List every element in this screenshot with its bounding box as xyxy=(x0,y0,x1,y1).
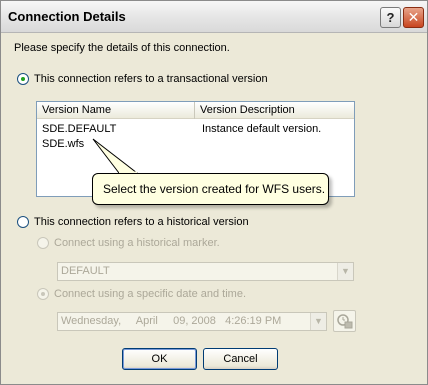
tooltip-text: Select the version created for WFS users… xyxy=(103,182,326,196)
title-bar[interactable]: Connection Details ? ✕ xyxy=(1,1,427,33)
dialog-body: Please specify the details of this conne… xyxy=(1,34,427,384)
transactional-radio[interactable] xyxy=(17,73,29,85)
historical-marker-dropdown[interactable]: DEFAULT ▼ xyxy=(57,262,354,281)
historical-marker-value: DEFAULT xyxy=(61,265,110,277)
calendar-icon xyxy=(337,314,353,329)
specific-date-radio[interactable] xyxy=(37,288,49,300)
ok-button[interactable]: OK xyxy=(122,348,197,370)
historical-marker-label: Connect using a historical marker. xyxy=(54,237,220,249)
column-header-version-description[interactable]: Version Description xyxy=(195,102,354,119)
historical-marker-radio[interactable] xyxy=(37,237,49,249)
date-time-value: Wednesday, April 09, 2008 4:26:19 PM xyxy=(61,315,282,327)
version-name-cell: SDE.DEFAULT xyxy=(42,123,117,135)
specific-date-label: Connect using a specific date and time. xyxy=(54,288,247,300)
date-time-picker[interactable]: Wednesday, April 09, 2008 4:26:19 PM ▼ xyxy=(57,312,327,331)
tooltip-pointer xyxy=(92,138,139,175)
column-header-version-name[interactable]: Version Name xyxy=(37,102,195,119)
intro-text: Please specify the details of this conne… xyxy=(14,42,230,54)
version-name-cell: SDE.wfs xyxy=(42,138,85,150)
chevron-down-icon[interactable]: ▼ xyxy=(337,263,353,280)
historical-radio-label[interactable]: This connection refers to a historical v… xyxy=(34,216,249,228)
version-description-cell: Instance default version. xyxy=(202,123,322,135)
calendar-button[interactable] xyxy=(333,310,356,332)
version-list-header: Version Name Version Description xyxy=(37,102,354,119)
historical-radio[interactable] xyxy=(17,216,29,228)
question-mark-icon: ? xyxy=(386,10,395,25)
connection-details-dialog: Connection Details ? ✕ Please specify th… xyxy=(0,0,428,385)
close-button[interactable]: ✕ xyxy=(403,7,424,28)
close-icon: ✕ xyxy=(407,9,420,25)
dialog-title: Connection Details xyxy=(8,9,126,24)
cancel-button[interactable]: Cancel xyxy=(203,348,278,370)
transactional-radio-label[interactable]: This connection refers to a transactiona… xyxy=(34,73,268,85)
help-button[interactable]: ? xyxy=(380,7,401,28)
tooltip-balloon: Select the version created for WFS users… xyxy=(92,173,329,205)
chevron-down-icon[interactable]: ▼ xyxy=(310,313,326,330)
list-item[interactable]: SDE.DEFAULT Instance default version. xyxy=(42,122,342,137)
